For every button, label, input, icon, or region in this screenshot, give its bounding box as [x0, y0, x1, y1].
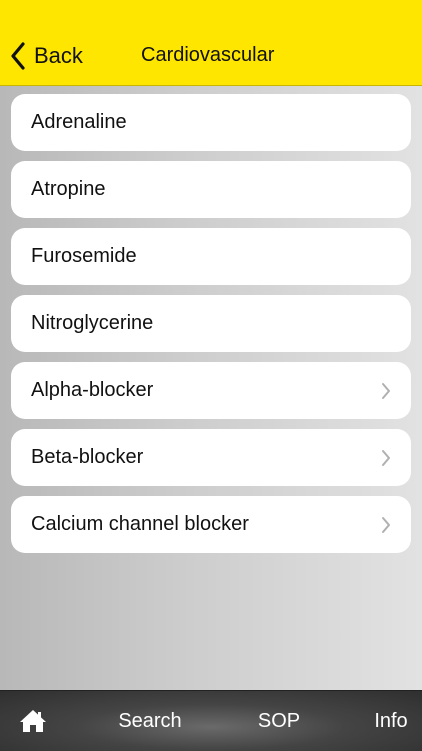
list-item-label: Atropine	[31, 178, 106, 200]
list-item-label: Furosemide	[31, 245, 137, 267]
chevron-right-icon	[382, 517, 390, 533]
back-label: Back	[34, 43, 83, 68]
home-icon	[20, 710, 46, 732]
list-item-furosemide[interactable]: Furosemide	[11, 228, 411, 285]
chevron-right-icon	[382, 450, 390, 466]
list-item-nitroglycerine[interactable]: Nitroglycerine	[11, 295, 411, 352]
list-item-label: Alpha-blocker	[31, 379, 154, 401]
list-item-calcium-channel-blocker[interactable]: Calcium channel blocker	[11, 496, 411, 553]
list-item-label: Nitroglycerine	[31, 312, 154, 334]
nav-bar: Back Cardiovascular	[0, 0, 422, 86]
list-item-beta-blocker[interactable]: Beta-blocker	[11, 429, 411, 486]
tab-home[interactable]	[12, 691, 54, 751]
tab-info[interactable]: Info	[362, 691, 420, 751]
tab-sop[interactable]: SOP	[246, 691, 312, 751]
list-item-label: Beta-blocker	[31, 446, 144, 468]
list-item-alpha-blocker[interactable]: Alpha-blocker	[11, 362, 411, 419]
back-button[interactable]: Back	[10, 40, 83, 72]
list-item-atropine[interactable]: Atropine	[11, 161, 411, 218]
tab-bar: Search SOP Info	[0, 690, 422, 751]
tab-search[interactable]: Search	[104, 691, 196, 751]
chevron-left-icon	[11, 42, 25, 70]
list-item-label: Adrenaline	[31, 111, 127, 133]
list-item-adrenaline[interactable]: Adrenaline	[11, 94, 411, 151]
page-title: Cardiovascular	[141, 44, 275, 66]
drug-list: Adrenaline Atropine Furosemide Nitroglyc…	[11, 94, 411, 563]
content-area[interactable]: Adrenaline Atropine Furosemide Nitroglyc…	[0, 86, 422, 690]
chevron-right-icon	[382, 383, 390, 399]
list-item-label: Calcium channel blocker	[31, 513, 249, 535]
